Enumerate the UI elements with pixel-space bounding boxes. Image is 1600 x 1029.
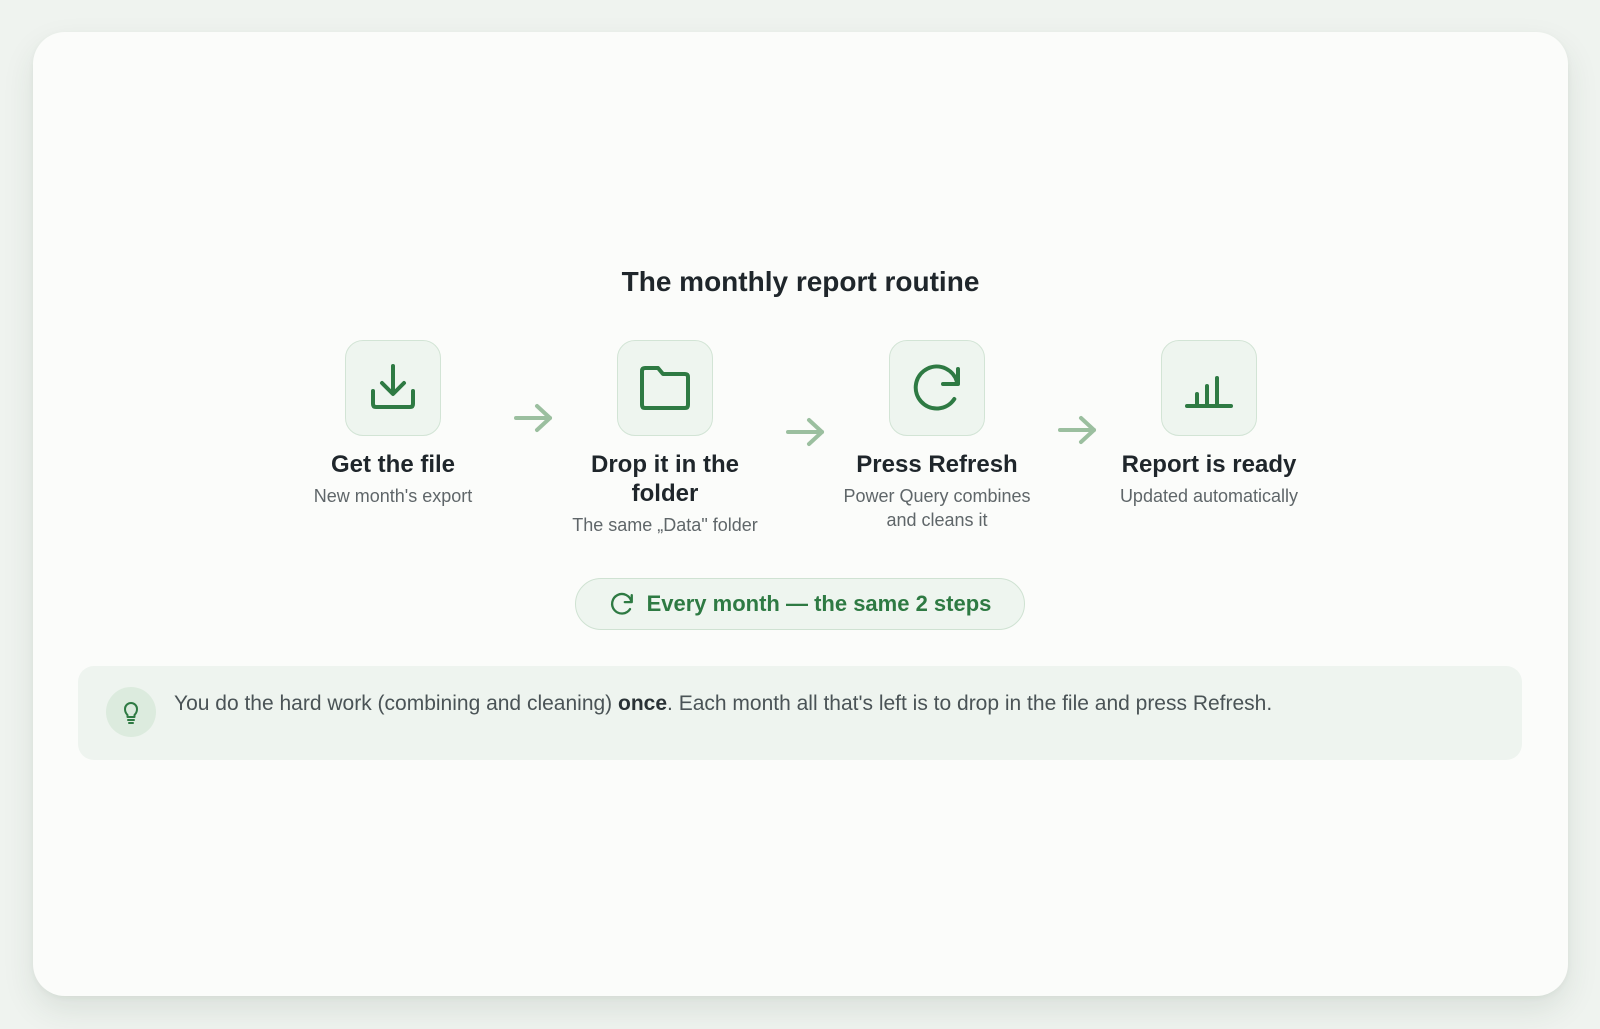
card: The monthly report routine Get the file … <box>33 32 1568 996</box>
refresh-icon <box>913 364 960 411</box>
step-subtitle: Power Query combines and cleans it <box>843 486 1031 530</box>
refresh-icon <box>610 592 633 615</box>
step-icon-box <box>1161 340 1257 436</box>
step-title: Press Refresh <box>856 451 1018 478</box>
step-icon-box <box>889 340 985 436</box>
tip-text-emphasis: once <box>618 692 668 715</box>
step-subtitle: The same „Data" folder <box>572 515 758 535</box>
arrow-right-icon <box>514 404 552 432</box>
step-subtitle: New month's export <box>313 486 473 506</box>
monthly-steps-badge: Every month — the same 2 steps <box>575 578 1025 630</box>
tip-text-end: . Each month all that's left is to drop … <box>667 692 1273 715</box>
step-drop-folder: Drop it in the folder The same „Data" fo… <box>560 340 770 537</box>
folder-icon <box>640 366 690 410</box>
arrow-right-icon <box>1058 416 1096 444</box>
bar-chart-icon <box>1185 376 1233 408</box>
tip-text: You do the hard work (combining and clea… <box>174 690 1492 718</box>
step-title: Report is ready <box>1121 451 1297 478</box>
step-title: Get the file <box>330 451 456 478</box>
arrow-right-icon <box>786 418 824 446</box>
badge-text: Every month — the same 2 steps <box>646 591 992 616</box>
tip-text-start: You do the hard work (combining and clea… <box>174 692 619 715</box>
step-icon-box <box>345 340 441 436</box>
step-title: Drop it in the folder <box>591 451 739 507</box>
step-get-file: Get the file New month's export <box>288 340 498 508</box>
step-icon-box <box>617 340 713 436</box>
download-icon <box>371 364 415 409</box>
step-press-refresh: Press Refresh Power Query combines and c… <box>832 340 1042 532</box>
lightbulb-icon <box>124 702 138 724</box>
step-subtitle: Updated automatically <box>1119 486 1299 506</box>
step-report-ready: Report is ready Updated automatically <box>1104 340 1314 508</box>
tip-icon-circle <box>106 687 156 737</box>
tip-box: You do the hard work (combining and clea… <box>78 666 1522 760</box>
diagram-title: The monthly report routine <box>621 266 980 297</box>
